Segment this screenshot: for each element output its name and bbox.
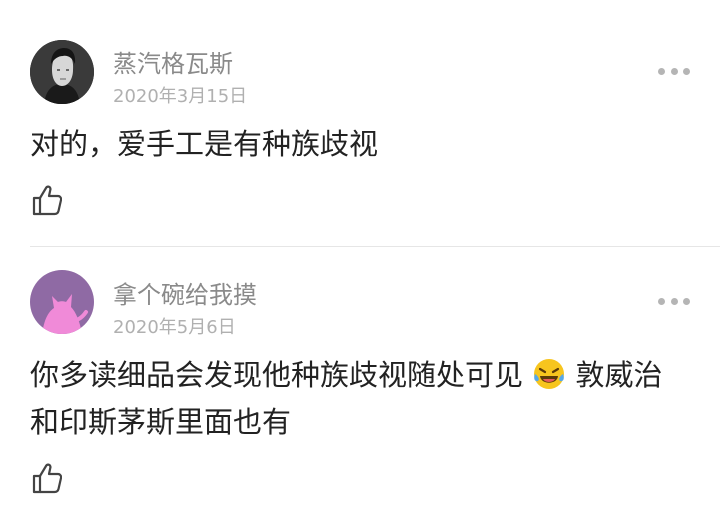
comment-item: 拿个碗给我摸 2020年5月6日 你多读细品会发现他种族歧视随处可见 敦威治和印… [0, 247, 720, 505]
thumbs-up-icon[interactable] [32, 462, 63, 494]
thumbs-up-icon[interactable] [32, 184, 63, 216]
laughing-tears-emoji [534, 359, 565, 389]
comment-date: 2020年5月6日 [113, 317, 236, 338]
portrait-avatar-image [30, 40, 94, 104]
comment-text: 你多读细品会发现他种族歧视随处可见 敦威治和印斯茅斯里面也有 [30, 352, 680, 446]
comment-text: 对的，爱手工是有种族歧视 [30, 127, 379, 161]
more-dots-icon[interactable] [658, 296, 690, 306]
username[interactable]: 蒸汽格瓦斯 [113, 44, 233, 79]
username[interactable]: 拿个碗给我摸 [113, 275, 257, 310]
pink-cat-avatar-image [30, 270, 94, 334]
avatar[interactable] [30, 40, 94, 104]
more-dots-icon[interactable] [658, 66, 690, 76]
comment-date: 2020年3月15日 [113, 86, 248, 107]
comment-item: 蒸汽格瓦斯 2020年3月15日 对的，爱手工是有种族歧视 [0, 0, 720, 246]
comment-text-part: 你多读细品会发现他种族歧视随处可见 [30, 358, 524, 392]
avatar[interactable] [30, 270, 94, 334]
